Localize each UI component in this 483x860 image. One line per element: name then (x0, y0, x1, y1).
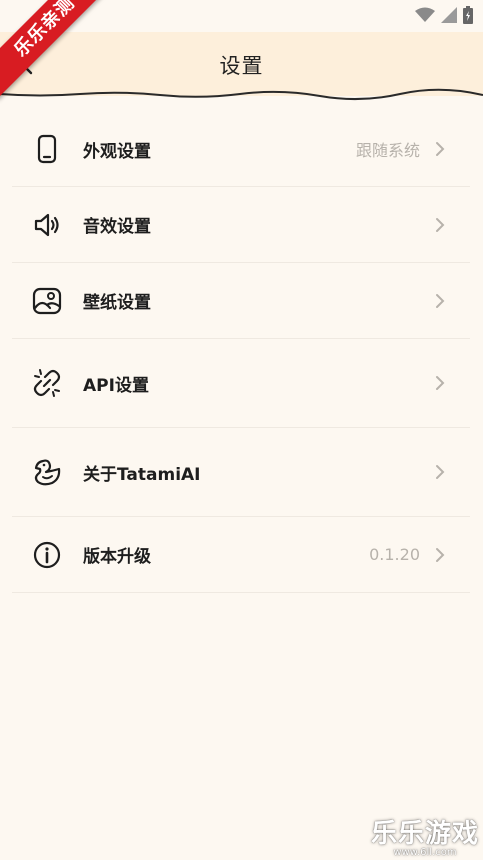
chevron-right-icon (436, 142, 445, 156)
settings-label-wallpaper: 壁纸设置 (83, 293, 151, 313)
cell-signal-icon (441, 7, 457, 23)
settings-value-appearance: 跟随系统 (355, 141, 420, 160)
settings-row-wallpaper[interactable]: 壁纸设置 (12, 263, 470, 339)
image-icon (31, 285, 63, 317)
chevron-right-icon (436, 465, 445, 479)
watermark-text: 乐乐游戏 (370, 819, 479, 849)
settings-label-sound: 音效设置 (83, 217, 151, 237)
settings-label-appearance: 外观设置 (83, 141, 151, 162)
settings-row-appearance[interactable]: 外观设置 跟随系统 (12, 112, 470, 187)
info-icon (31, 539, 63, 571)
settings-value-version: 0.1.20 (369, 545, 420, 564)
settings-row-sound[interactable]: 音效设置 (12, 187, 470, 263)
header-divider (0, 88, 483, 101)
link-broken-icon (31, 367, 63, 399)
speaker-icon (31, 209, 63, 241)
phone-icon (31, 133, 63, 165)
settings-row-about[interactable]: 关于TatamiAI (12, 428, 470, 517)
chevron-right-icon (436, 547, 445, 562)
settings-label-api: API设置 (83, 375, 149, 396)
watermark: 乐乐游戏 www.6ll.com (371, 813, 479, 858)
chevron-right-icon (436, 293, 445, 308)
settings-label-about: 关于TatamiAI (83, 464, 201, 485)
settings-row-version[interactable]: 版本升级 0.1.20 (12, 517, 470, 593)
duck-icon (31, 456, 63, 488)
chevron-right-icon (436, 217, 445, 232)
chevron-right-icon (436, 376, 445, 390)
app-header: 设置 (0, 32, 483, 96)
settings-label-version: 版本升级 (83, 547, 151, 567)
settings-list: 外观设置 跟随系统 音效设置 壁纸设置 API设置 关于TatamiAI 版本升… (12, 112, 470, 593)
page-title: 设置 (219, 54, 264, 78)
wifi-icon (415, 7, 435, 22)
status-icons (415, 6, 473, 24)
battery-icon (463, 6, 473, 24)
settings-row-api[interactable]: API设置 (12, 339, 470, 428)
